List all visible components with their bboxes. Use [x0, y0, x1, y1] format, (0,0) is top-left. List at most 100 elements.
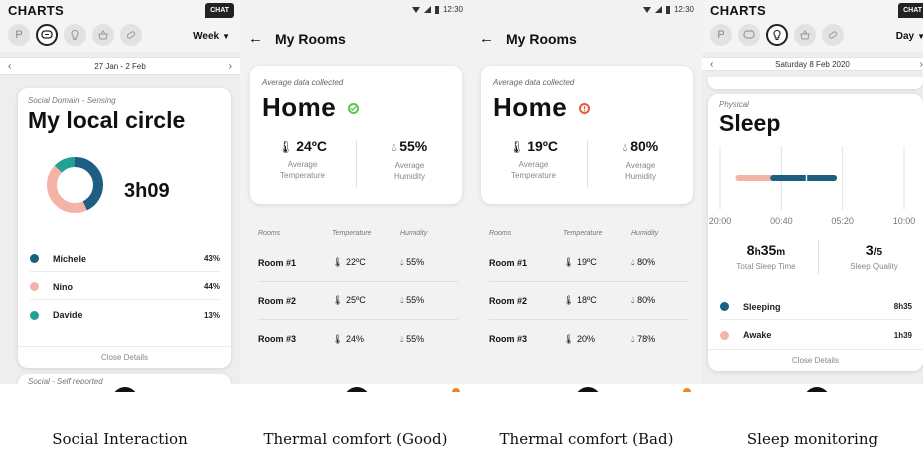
- domain-social-button[interactable]: [738, 24, 760, 46]
- home-icon[interactable]: [708, 391, 732, 392]
- period-selector[interactable]: Week ▼: [193, 31, 230, 42]
- room-name: Room #2: [489, 295, 528, 306]
- domain-home-button[interactable]: [92, 24, 114, 46]
- table-row[interactable]: Room #3 🌡︎ 24% 💧︎ 55%: [258, 320, 458, 358]
- close-details-button[interactable]: Close Details: [18, 346, 231, 362]
- legend-dot: [720, 302, 729, 311]
- calendar-icon[interactable]: [758, 391, 782, 392]
- legend-row[interactable]: Awake 1h39: [720, 322, 912, 348]
- charts-icon[interactable]: [388, 391, 412, 392]
- back-arrow-icon[interactable]: ←: [479, 30, 494, 47]
- add-button[interactable]: +: [344, 387, 370, 392]
- home-icon[interactable]: [477, 391, 501, 392]
- legend-name: Davide: [53, 310, 83, 320]
- legend-percent: 43%: [203, 254, 220, 263]
- calendar-icon[interactable]: [296, 391, 320, 392]
- quality-unit: /5: [873, 247, 883, 258]
- room-temp: 🌡︎ 24%: [332, 333, 364, 344]
- table-row[interactable]: Room #2 🌡︎ 18ºC 💧︎ 80%: [489, 282, 689, 320]
- home-subtitle: Average data collected: [262, 78, 344, 87]
- table-row[interactable]: Room #2 🌡︎ 25ºC 💧︎ 55%: [258, 282, 458, 320]
- humidity-metric: 💧︎ 55% Average Humidity: [357, 138, 462, 182]
- period-label: Day: [895, 31, 915, 42]
- room-temp: 🌡︎ 22ºC: [332, 257, 366, 267]
- domain-pill-button[interactable]: [822, 24, 844, 46]
- profile-icon[interactable]: [204, 391, 228, 392]
- domain-p-label: P: [15, 29, 23, 41]
- table-row[interactable]: Room #1 🌡︎ 22ºC 💧︎ 55%: [258, 244, 458, 282]
- back-arrow-icon[interactable]: ←: [248, 30, 263, 47]
- legend-row[interactable]: Michele 43%: [30, 246, 220, 272]
- caption-thermal-good: Thermal comfort (Good): [263, 430, 448, 448]
- home-icon[interactable]: [246, 391, 270, 392]
- check-icon: [348, 103, 359, 114]
- chat-button[interactable]: CHAT: [898, 3, 923, 18]
- charts-icon[interactable]: [850, 391, 874, 392]
- home-title: Home: [493, 92, 568, 122]
- temperature-metric: 🌡︎ 24ºC Average Temperature: [250, 138, 355, 181]
- table-row[interactable]: Room #1 🌡︎ 19ºC 💧︎ 80%: [489, 244, 689, 282]
- col-temperature: Temperature: [332, 230, 372, 237]
- room-temp: 🌡︎ 20%: [563, 333, 595, 344]
- calendar-icon[interactable]: [64, 391, 88, 392]
- room-temp: 🌡︎ 19ºC: [563, 257, 597, 267]
- drop-icon: 💧︎: [391, 142, 397, 154]
- chevron-left-icon[interactable]: ‹: [710, 58, 713, 72]
- chat-button[interactable]: CHAT: [205, 3, 234, 18]
- sleep-quality-label: Sleep Quality: [850, 262, 898, 271]
- thermometer-icon: 🌡︎: [508, 140, 525, 154]
- col-humidity: Humidity: [400, 230, 428, 237]
- room-humidity: 💧︎ 55%: [400, 333, 425, 344]
- legend-row[interactable]: Davide 13%: [30, 302, 220, 328]
- period-selector[interactable]: Day ▼: [896, 31, 923, 42]
- room-name: Room #3: [489, 334, 528, 344]
- card-title: My local circle: [28, 107, 186, 133]
- home-icon[interactable]: [8, 391, 32, 392]
- table-row[interactable]: Room #3 🌡︎ 20% 💧︎ 78%: [489, 320, 689, 358]
- battery-icon: [665, 5, 670, 14]
- chevron-left-icon[interactable]: ‹: [8, 58, 11, 76]
- rooms-header: ← My Rooms: [248, 30, 346, 47]
- caret-down-icon: ▼: [917, 32, 923, 41]
- add-button[interactable]: +: [804, 387, 830, 392]
- charts-icon[interactable]: [619, 391, 643, 392]
- thermometer-icon: 🌡︎: [563, 295, 577, 305]
- screen-thermal-bad: 12:30 ← My Rooms Average data collected …: [471, 0, 702, 392]
- room-humidity: 💧︎ 55%: [400, 295, 425, 305]
- chevron-right-icon[interactable]: ›: [229, 58, 232, 76]
- domain-social-button[interactable]: [36, 24, 58, 46]
- avg-humidity: 55%: [399, 138, 428, 154]
- domain-mind-button[interactable]: [766, 24, 788, 46]
- domain-physical-button[interactable]: P: [8, 24, 30, 46]
- calendar-icon[interactable]: [527, 391, 551, 392]
- social-card: Social Domain - Sensing My local circle …: [18, 88, 231, 368]
- domain-physical-button[interactable]: P: [710, 24, 732, 46]
- bulb-icon: [71, 29, 79, 40]
- col-temperature: Temperature: [563, 230, 603, 237]
- pill-icon: [126, 31, 136, 39]
- domain-selector: P: [8, 24, 142, 46]
- legend-row[interactable]: Sleeping 8h35: [720, 294, 912, 320]
- close-details-button[interactable]: Close Details: [708, 349, 923, 365]
- add-button[interactable]: +: [575, 387, 601, 392]
- temperature-label: Average Temperature: [511, 160, 556, 180]
- donut-chart: [47, 157, 103, 213]
- profile-icon[interactable]: [896, 391, 920, 392]
- chevron-right-icon[interactable]: ›: [920, 58, 923, 72]
- legend-row[interactable]: Nino 44%: [30, 274, 220, 300]
- total-sleep-label: Total Sleep Time: [736, 262, 796, 271]
- page-title: My Rooms: [506, 30, 577, 47]
- domain-pill-button[interactable]: [120, 24, 142, 46]
- total-hours: 8: [746, 242, 755, 258]
- room-humidity: 💧︎ 55%: [400, 257, 425, 267]
- charts-icon[interactable]: [158, 391, 182, 392]
- add-button[interactable]: +: [112, 387, 138, 392]
- tick-label: 10:00: [893, 216, 916, 226]
- screen-sleep-monitoring: CHARTS CHAT P Day ▼ ‹ Saturday 8 Feb 202…: [702, 0, 923, 392]
- card-category: Social Domain - Sensing: [28, 96, 116, 105]
- domain-mind-button[interactable]: [64, 24, 86, 46]
- legend-name: Sleeping: [743, 301, 781, 312]
- domain-home-button[interactable]: [794, 24, 816, 46]
- room-temp: 🌡︎ 18ºC: [563, 295, 597, 305]
- top-bar: CHARTS CHAT P Week ▼: [0, 0, 240, 52]
